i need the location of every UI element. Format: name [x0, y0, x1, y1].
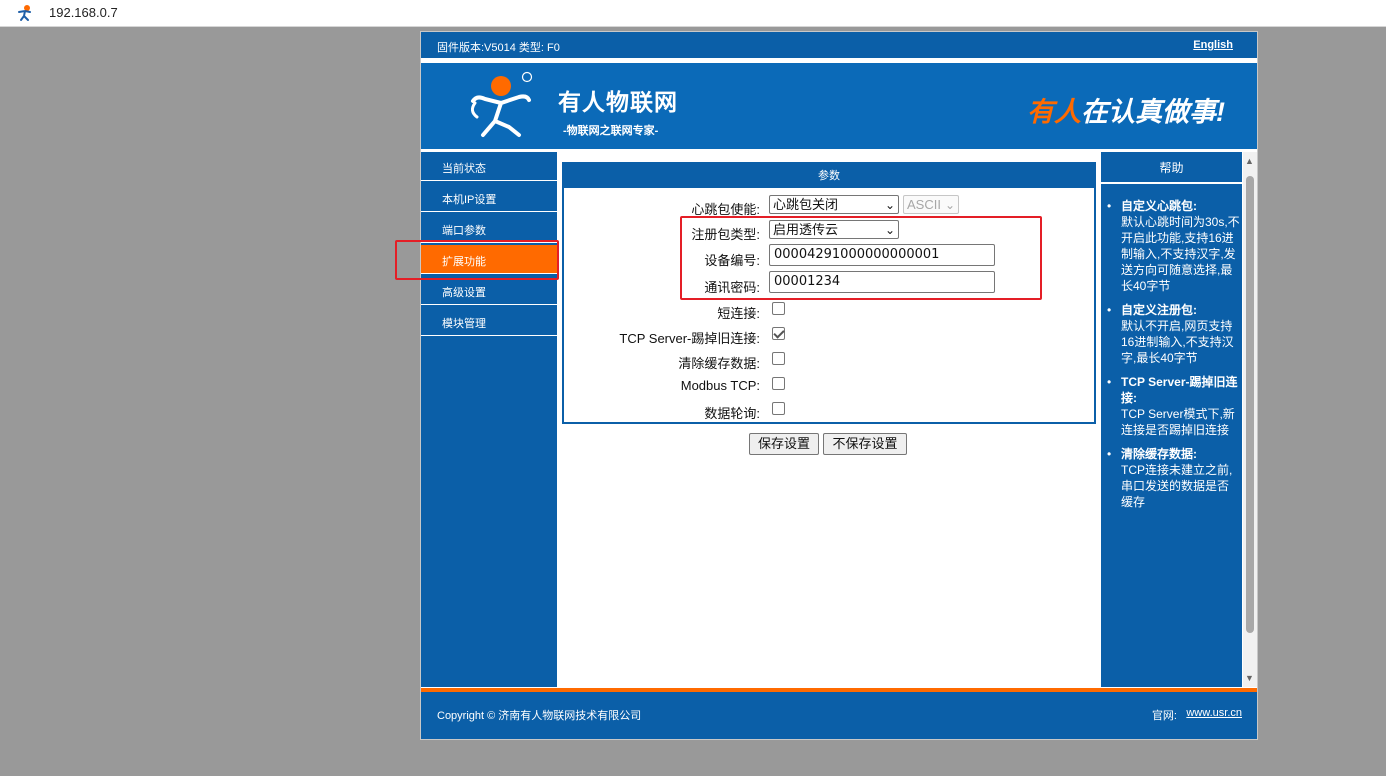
heartbeat-select[interactable]: 心跳包关闭 ⌄	[769, 195, 899, 214]
help-item-body: TCP连接未建立之前,串口发送的数据是否缓存	[1121, 463, 1233, 509]
polling-row: 数据轮询:	[564, 399, 1094, 421]
heartbeat-format-select: ASCII ⌄	[903, 195, 959, 214]
heartbeat-row: 心跳包使能: 心跳包关闭 ⌄ ASCII ⌄	[564, 195, 1094, 217]
tcp-kick-row: TCP Server-踢掉旧连接:	[564, 324, 1094, 346]
modbus-tcp-label: Modbus TCP:	[680, 378, 760, 393]
params-title: 参数	[564, 164, 1094, 188]
help-panel: 帮助 自定义心跳包: 默认心跳时间为30s,不开启此功能,支持16进制输入,不支持…	[1101, 152, 1242, 687]
site-label: 官网:	[1151, 710, 1177, 722]
help-item: 自定义心跳包: 默认心跳时间为30s,不开启此功能,支持16进制输入,不支持汉字,…	[1101, 198, 1242, 294]
help-item-title: 自定义注册包:	[1121, 303, 1197, 317]
heartbeat-format-value: ASCII	[907, 197, 941, 212]
clear-cache-row: 清除缓存数据:	[564, 349, 1094, 371]
clear-cache-label: 清除缓存数据:	[678, 356, 760, 371]
sidebar: 当前状态 本机IP设置 端口参数 扩展功能 高级设置 模块管理	[421, 152, 557, 687]
highlight-box-register	[680, 216, 1042, 300]
address-bar[interactable]: 192.168.0.7	[0, 0, 1386, 27]
sidebar-item-port[interactable]: 端口参数	[421, 214, 557, 243]
language-link[interactable]: English	[1193, 39, 1233, 51]
scroll-up-icon[interactable]: ▲	[1245, 156, 1254, 166]
heartbeat-value: 心跳包关闭	[773, 197, 839, 212]
scrollbar-thumb[interactable]	[1246, 176, 1254, 633]
sidebar-item-status[interactable]: 当前状态	[421, 152, 557, 181]
help-item-body: 默认不开启,网页支持16进制输入,不支持汉字,最长40字节	[1121, 319, 1234, 365]
brand-name: 有人物联网	[558, 89, 678, 115]
firmware-version: 固件版本:V5014 类型: F0	[437, 42, 560, 54]
help-title: 帮助	[1101, 152, 1242, 184]
footer: Copyright © 济南有人物联网技术有限公司 官网: www.usr.cn	[421, 692, 1257, 739]
usr-logo-icon	[18, 5, 31, 21]
slogan: 有人在认真做事!	[1027, 90, 1225, 129]
save-button[interactable]: 保存设置	[749, 433, 819, 455]
modbus-tcp-row: Modbus TCP:	[564, 374, 1094, 396]
help-item-title: 自定义心跳包:	[1121, 199, 1197, 213]
url-text: 192.168.0.7	[49, 5, 118, 20]
modbus-tcp-checkbox[interactable]	[772, 377, 785, 390]
page-frame: 固件版本:V5014 类型: F0 English 有人物联网 -物联网之联网专…	[395, 31, 1258, 740]
copyright: Copyright © 济南有人物联网技术有限公司	[437, 710, 642, 722]
sidebar-item-module[interactable]: 模块管理	[421, 307, 557, 336]
chevron-down-icon: ⌄	[884, 198, 895, 212]
short-conn-checkbox[interactable]	[772, 302, 785, 315]
chevron-down-icon: ⌄	[944, 198, 955, 212]
polling-label: 数据轮询:	[704, 406, 760, 421]
scroll-down-icon[interactable]: ▼	[1245, 673, 1254, 683]
help-item: 清除缓存数据: TCP连接未建立之前,串口发送的数据是否缓存	[1101, 446, 1242, 510]
tcp-kick-label: TCP Server-踢掉旧连接:	[619, 331, 760, 346]
brand-tagline: -物联网之联网专家-	[563, 125, 659, 137]
help-list: 自定义心跳包: 默认心跳时间为30s,不开启此功能,支持16进制输入,不支持汉字,…	[1101, 198, 1242, 518]
help-item-body: 默认心跳时间为30s,不开启此功能,支持16进制输入,不支持汉字,发送方向可随意…	[1121, 215, 1240, 293]
site-link[interactable]: www.usr.cn	[1186, 707, 1242, 719]
slogan-rest: 在认真做事!	[1081, 97, 1225, 127]
help-item-body: TCP Server模式下,新连接是否踢掉旧连接	[1121, 407, 1235, 437]
help-scrollbar[interactable]: ▲ ▼	[1243, 152, 1257, 687]
clear-cache-checkbox[interactable]	[772, 352, 785, 365]
highlight-box-sidebar	[395, 240, 559, 280]
slogan-highlight: 有人	[1027, 97, 1081, 127]
top-bar: 固件版本:V5014 类型: F0 English	[421, 32, 1257, 60]
tcp-kick-checkbox[interactable]	[772, 327, 785, 340]
help-item-title: TCP Server-踢掉旧连接:	[1121, 375, 1238, 405]
help-item: TCP Server-踢掉旧连接:TCP Server模式下,新连接是否踢掉旧连…	[1101, 374, 1242, 438]
no-save-button[interactable]: 不保存设置	[823, 433, 907, 455]
usr-mascot-logo	[470, 71, 533, 137]
short-conn-row: 短连接:	[564, 299, 1094, 321]
banner: 有人物联网 -物联网之联网专家- 有人在认真做事!	[421, 63, 1257, 149]
help-item: 自定义注册包: 默认不开启,网页支持16进制输入,不支持汉字,最长40字节	[1101, 302, 1242, 366]
short-conn-label: 短连接:	[717, 306, 760, 321]
sidebar-item-ip[interactable]: 本机IP设置	[421, 183, 557, 212]
polling-checkbox[interactable]	[772, 402, 785, 415]
help-item-title: 清除缓存数据:	[1121, 447, 1197, 461]
sidebar-item-advanced[interactable]: 高级设置	[421, 276, 557, 305]
